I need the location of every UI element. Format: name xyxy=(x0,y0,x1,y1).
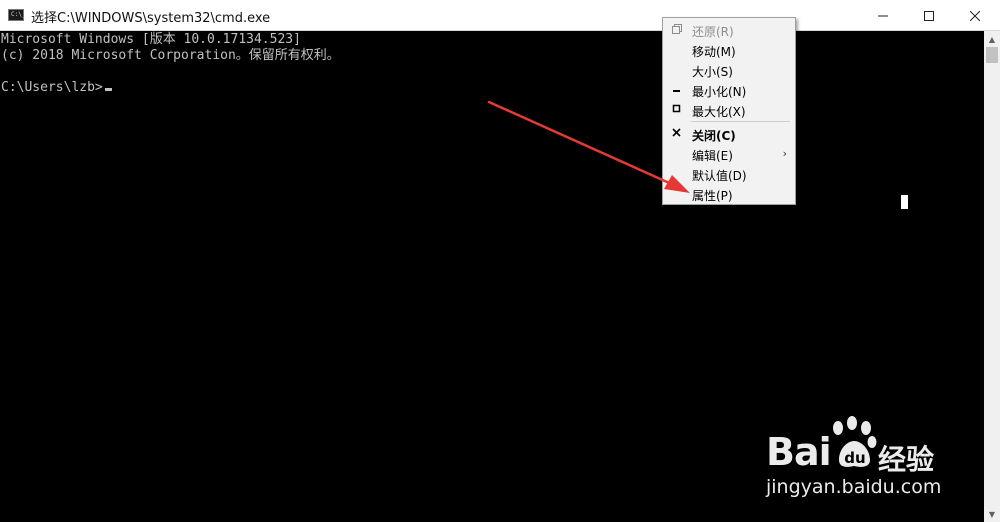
menu-separator xyxy=(691,121,790,122)
menu-item-move[interactable]: 移动(M) xyxy=(663,40,795,60)
maximize-button[interactable] xyxy=(906,0,952,31)
maximize-icon xyxy=(671,103,683,115)
menu-item-label: 大小(S) xyxy=(692,65,733,79)
menu-item-label: 移动(M) xyxy=(692,45,736,59)
console-line: Microsoft Windows [版本 10.0.17134.523] xyxy=(1,32,301,47)
menu-item-size[interactable]: 大小(S) xyxy=(663,60,795,80)
minimize-icon xyxy=(878,15,888,16)
title-bar[interactable]: C:\_ 选择C:\WINDOWS\system32\cmd.exe xyxy=(0,0,1000,31)
cmd-icon-text: C:\_ xyxy=(11,11,26,18)
menu-item-maximize[interactable]: 最大化(X) xyxy=(663,100,795,120)
menu-item-label: 最小化(N) xyxy=(692,85,747,99)
menu-item-label: 还原(R) xyxy=(692,25,734,39)
menu-item-label: 关闭(C) xyxy=(692,129,736,143)
menu-item-defaults[interactable]: 默认值(D) xyxy=(663,164,795,184)
svg-text:du: du xyxy=(844,449,865,467)
chevron-right-icon: › xyxy=(782,147,787,160)
menu-item-label: 最大化(X) xyxy=(692,105,746,119)
minimize-icon xyxy=(671,83,683,95)
menu-item-label: 属性(P) xyxy=(692,189,733,203)
paw-icon: du xyxy=(833,416,877,467)
console-prompt: C:\Users\lzb> xyxy=(1,80,103,95)
menu-item-label: 编辑(E) xyxy=(692,149,733,163)
close-icon xyxy=(671,127,683,139)
window-title: 选择C:\WINDOWS\system32\cmd.exe xyxy=(31,11,271,26)
console-line: (c) 2018 Microsoft Corporation。保留所有权利。 xyxy=(1,48,340,63)
menu-item-minimize[interactable]: 最小化(N) xyxy=(663,80,795,100)
menu-item-edit[interactable]: 编辑(E) › xyxy=(663,144,795,164)
scroll-down-arrow-icon[interactable]: ▼ xyxy=(984,506,1000,522)
system-menu: 还原(R) 移动(M) 大小(S) 最小化(N) 最大化(X) 关闭(C) 编辑… xyxy=(662,17,796,205)
scroll-up-arrow-icon[interactable]: ▲ xyxy=(984,31,1000,47)
selection-cursor xyxy=(901,195,908,209)
menu-item-properties[interactable]: 属性(P) xyxy=(663,184,795,204)
maximize-icon xyxy=(924,10,934,21)
close-button[interactable] xyxy=(952,0,998,31)
menu-item-close[interactable]: 关闭(C) xyxy=(663,124,795,144)
minimize-button[interactable] xyxy=(860,0,906,31)
watermark-brand-suffix: 经验 xyxy=(878,443,935,476)
menu-item-restore[interactable]: 还原(R) xyxy=(663,20,795,40)
scrollbar-thumb[interactable] xyxy=(986,47,998,63)
watermark-brand: Bai xyxy=(766,430,832,474)
baidu-watermark: Bai du 经验 jingyan.baidu.com xyxy=(760,410,960,510)
text-cursor xyxy=(104,88,112,91)
close-icon xyxy=(970,10,980,21)
console-prompt-line: C:\Users\lzb> xyxy=(1,80,112,96)
menu-item-label: 默认值(D) xyxy=(692,169,747,183)
watermark-url: jingyan.baidu.com xyxy=(766,476,942,498)
restore-icon xyxy=(671,23,683,35)
cmd-icon[interactable]: C:\_ xyxy=(8,9,26,21)
vertical-scrollbar[interactable]: ▲ ▼ xyxy=(984,31,1000,522)
